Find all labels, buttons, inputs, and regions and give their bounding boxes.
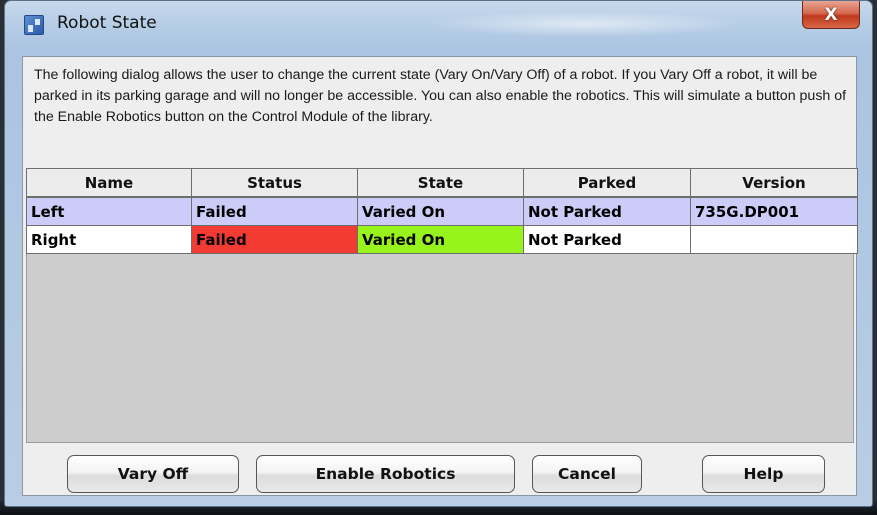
column-header-version[interactable]: Version [690, 168, 858, 198]
cell-state: Varied On [357, 225, 524, 254]
column-header-name[interactable]: Name [26, 168, 192, 198]
enable-robotics-button[interactable]: Enable Robotics [256, 455, 515, 493]
button-bar: Vary Off Enable Robotics Cancel Help [23, 455, 856, 493]
column-header-parked[interactable]: Parked [523, 168, 691, 198]
close-button[interactable]: X [802, 1, 860, 29]
table-header-row: Name Status State Parked Version [26, 168, 858, 198]
cell-name: Left [26, 196, 192, 226]
close-icon: X [824, 4, 838, 25]
dialog-content: The following dialog allows the user to … [22, 56, 858, 496]
window-title: Robot State [57, 13, 157, 33]
cell-status: Failed [191, 225, 358, 254]
table-row[interactable]: Right Failed Varied On Not Parked [26, 225, 858, 254]
column-header-state[interactable]: State [357, 168, 524, 198]
vary-off-button[interactable]: Vary Off [67, 455, 239, 493]
robot-table: Name Status State Parked Version Left Fa… [26, 168, 858, 254]
cell-state: Varied On [357, 196, 524, 226]
cell-name: Right [26, 225, 192, 254]
app-icon [24, 15, 44, 35]
cell-status: Failed [191, 196, 358, 226]
table-row[interactable]: Left Failed Varied On Not Parked 735G.DP… [26, 196, 858, 226]
cell-parked: Not Parked [523, 196, 691, 226]
background-window-title-blur [425, 11, 745, 37]
help-button[interactable]: Help [702, 455, 825, 493]
cancel-button[interactable]: Cancel [532, 455, 642, 493]
robot-state-dialog: Robot State X The following dialog allow… [4, 0, 873, 507]
description-text: The following dialog allows the user to … [34, 67, 847, 125]
title-bar[interactable]: Robot State X [5, 1, 872, 47]
cell-version [690, 225, 858, 254]
column-header-status[interactable]: Status [191, 168, 358, 198]
cell-parked: Not Parked [523, 225, 691, 254]
robot-table-container: Name Status State Parked Version Left Fa… [26, 168, 858, 443]
cell-version: 735G.DP001 [690, 196, 858, 226]
